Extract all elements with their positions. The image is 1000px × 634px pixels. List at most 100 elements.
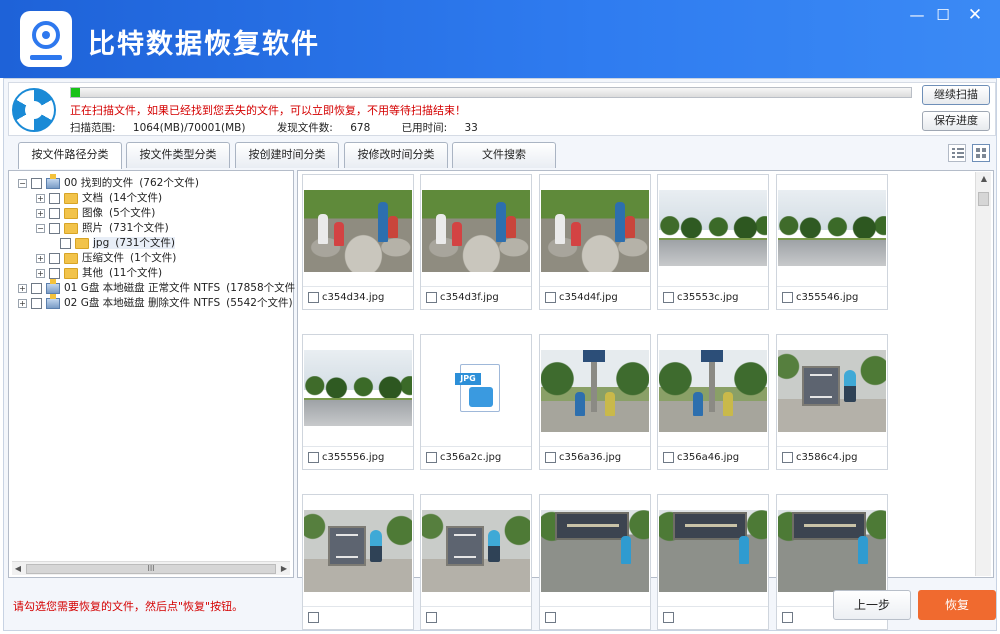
- file-checkbox[interactable]: [308, 612, 319, 623]
- file-checkbox[interactable]: [545, 612, 556, 623]
- tree-item-checkbox[interactable]: [49, 193, 60, 204]
- file-checkbox[interactable]: [663, 452, 674, 463]
- file-thumbnail[interactable]: [541, 336, 649, 444]
- expand-icon[interactable]: +: [18, 299, 27, 308]
- expand-icon[interactable]: +: [36, 254, 45, 263]
- scan-spinner-icon: [12, 88, 56, 132]
- file-caption: [421, 606, 531, 628]
- tree-item-checkbox[interactable]: [49, 253, 60, 264]
- scroll-left-arrow[interactable]: ◀: [12, 562, 24, 576]
- file-checkbox[interactable]: [426, 612, 437, 623]
- file-card[interactable]: c354d34.jpg: [302, 174, 414, 310]
- file-caption: c356a36.jpg: [540, 446, 650, 468]
- file-checkbox[interactable]: [426, 452, 437, 463]
- scroll-thumb[interactable]: III: [26, 564, 276, 574]
- file-checkbox[interactable]: [426, 292, 437, 303]
- tree-item[interactable]: +01 G盘 本地磁盘 正常文件 NTFS(17858个文件: [18, 281, 295, 296]
- tree-item-label: jpg(731个文件): [93, 237, 175, 249]
- file-thumbnail[interactable]: [422, 496, 530, 604]
- file-card[interactable]: c356a36.jpg: [539, 334, 651, 470]
- scroll-thumb[interactable]: [978, 192, 989, 206]
- file-card[interactable]: c354d3f.jpg: [420, 174, 532, 310]
- file-thumbnail[interactable]: [541, 176, 649, 284]
- jpg-file-icon: JPG: [460, 364, 500, 412]
- scroll-right-arrow[interactable]: ▶: [278, 562, 290, 576]
- file-card[interactable]: [420, 494, 532, 630]
- file-checkbox[interactable]: [545, 452, 556, 463]
- tab-by-created-time[interactable]: 按创建时间分类: [235, 142, 339, 168]
- tree-item-checkbox[interactable]: [49, 223, 60, 234]
- file-thumbnail[interactable]: [659, 336, 767, 444]
- footer-hint: 请勾选您需要恢复的文件，然后点"恢复"按钮。: [13, 598, 243, 614]
- file-thumbnail[interactable]: [778, 336, 886, 444]
- file-thumbnail[interactable]: [778, 496, 886, 604]
- tab-by-modified-time[interactable]: 按修改时间分类: [344, 142, 448, 168]
- file-thumbnail[interactable]: [422, 176, 530, 284]
- tree-item[interactable]: − 照片(731个文件): [36, 221, 169, 236]
- file-card[interactable]: c355556.jpg: [302, 334, 414, 470]
- file-checkbox[interactable]: [782, 612, 793, 623]
- tree-item-label: 01 G盘 本地磁盘 正常文件 NTFS(17858个文件: [64, 282, 295, 294]
- save-progress-button[interactable]: 保存进度: [922, 111, 990, 131]
- file-thumbnail[interactable]: [778, 176, 886, 284]
- file-thumbnail[interactable]: [304, 176, 412, 284]
- file-thumbnail[interactable]: [304, 496, 412, 604]
- file-checkbox[interactable]: [663, 292, 674, 303]
- file-checkbox[interactable]: [782, 292, 793, 303]
- file-checkbox[interactable]: [782, 452, 793, 463]
- continue-scan-button[interactable]: 继续扫描: [922, 85, 990, 105]
- expand-icon[interactable]: +: [36, 209, 45, 218]
- file-checkbox[interactable]: [663, 612, 674, 623]
- tree-item[interactable]: +文档(14个文件): [36, 191, 162, 206]
- tree-item-checkbox[interactable]: [31, 298, 42, 309]
- recover-button[interactable]: 恢复: [918, 590, 996, 620]
- file-card[interactable]: c3586c4.jpg: [776, 334, 888, 470]
- file-checkbox[interactable]: [308, 292, 319, 303]
- file-card[interactable]: c355546.jpg: [776, 174, 888, 310]
- close-button[interactable]: ✕: [960, 4, 990, 26]
- file-caption: c355546.jpg: [777, 286, 887, 308]
- file-card[interactable]: c354d4f.jpg: [539, 174, 651, 310]
- file-thumbnail[interactable]: JPG: [422, 336, 530, 444]
- file-card[interactable]: [539, 494, 651, 630]
- thumbnail-view-icon[interactable]: [972, 144, 990, 162]
- maximize-button[interactable]: ☐: [928, 4, 958, 26]
- tree-item[interactable]: +图像(5个文件): [36, 206, 155, 221]
- expand-icon[interactable]: +: [18, 284, 27, 293]
- file-thumbnail[interactable]: [541, 496, 649, 604]
- file-checkbox[interactable]: [545, 292, 556, 303]
- app-logo-icon: [20, 11, 72, 67]
- tree-item[interactable]: +压缩文件(1个文件): [36, 251, 176, 266]
- tree-item[interactable]: −00 找到的文件(762个文件): [18, 176, 199, 191]
- tree-item-checkbox[interactable]: [31, 178, 42, 189]
- file-card[interactable]: [302, 494, 414, 630]
- expand-icon[interactable]: +: [36, 194, 45, 203]
- tree-item-checkbox[interactable]: [49, 208, 60, 219]
- expand-icon[interactable]: +: [36, 269, 45, 278]
- tree-item-checkbox[interactable]: [49, 268, 60, 279]
- tree-horizontal-scrollbar[interactable]: ◀ III ▶: [12, 561, 290, 575]
- tab-file-search[interactable]: 文件搜索: [452, 142, 556, 168]
- file-thumbnail[interactable]: [304, 336, 412, 444]
- file-card[interactable]: [657, 494, 769, 630]
- tab-by-type[interactable]: 按文件类型分类: [126, 142, 230, 168]
- list-view-icon[interactable]: [948, 144, 966, 162]
- previous-step-button[interactable]: 上一步: [833, 590, 911, 620]
- tab-by-path[interactable]: 按文件路径分类: [18, 142, 122, 169]
- collapse-icon[interactable]: −: [18, 179, 27, 188]
- tree-item[interactable]: +02 G盘 本地磁盘 删除文件 NTFS(5542个文件): [18, 296, 293, 311]
- tree-item-label: 照片(731个文件): [82, 222, 169, 234]
- tree-item-checkbox[interactable]: [31, 283, 42, 294]
- file-card[interactable]: c35553c.jpg: [657, 174, 769, 310]
- file-card[interactable]: JPGc356a2c.jpg: [420, 334, 532, 470]
- tree-item[interactable]: jpg(731个文件): [56, 236, 175, 251]
- tree-item-checkbox[interactable]: [60, 238, 71, 249]
- found-files: 发现文件数: 678: [277, 122, 384, 134]
- grid-vertical-scrollbar[interactable]: ▲: [975, 172, 991, 576]
- file-checkbox[interactable]: [308, 452, 319, 463]
- file-card[interactable]: c356a46.jpg: [657, 334, 769, 470]
- file-thumbnail[interactable]: [659, 496, 767, 604]
- collapse-icon[interactable]: −: [36, 224, 45, 233]
- scroll-up-arrow[interactable]: ▲: [976, 172, 992, 186]
- file-thumbnail[interactable]: [659, 176, 767, 284]
